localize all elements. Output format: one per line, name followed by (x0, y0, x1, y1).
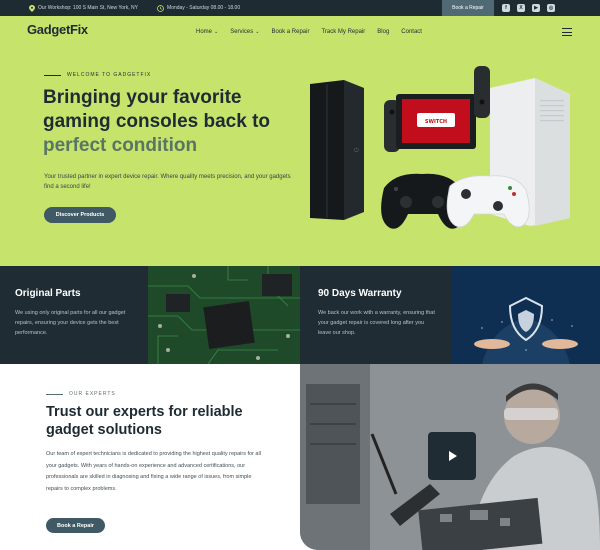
experts-description: Our team of expert technicians is dedica… (46, 451, 261, 492)
svg-text:⏻: ⏻ (354, 147, 359, 154)
warranty-shield-image (452, 266, 600, 364)
x-icon[interactable]: X (517, 4, 525, 12)
hero-title-line: Bringing your favorite (43, 87, 242, 108)
chevron-down-icon: ⌄ (255, 29, 260, 35)
opening-hours: Monday - Saturday 08.00 - 18.00 (157, 0, 240, 16)
play-video-button[interactable] (428, 432, 476, 480)
feature-text: We using only original parts for all our… (15, 310, 126, 336)
hero-title-line: gaming consoles back to (43, 111, 270, 132)
feature-card-warranty: 90 Days Warranty We back our work with a… (300, 266, 452, 364)
nav-item-track-my-repair[interactable]: Track My Repair (321, 29, 365, 35)
nav-item-book-a-repair[interactable]: Book a Repair (271, 29, 309, 35)
feature-title: Original Parts (15, 288, 81, 299)
xbox-controller-illustration (446, 175, 530, 228)
nav-item-services[interactable]: Services ⌄ (230, 29, 259, 35)
chevron-down-icon: ⌄ (214, 29, 219, 35)
eyebrow-divider (44, 74, 61, 76)
facebook-icon[interactable]: f (502, 4, 510, 12)
feature-title: 90 Days Warranty (318, 288, 402, 299)
eyebrow-divider (46, 393, 63, 395)
nav-item-contact[interactable]: Contact (401, 29, 422, 35)
play-icon (449, 451, 457, 461)
nav-item-label: Book a Repair (271, 29, 310, 35)
nav-item-blog[interactable]: Blog (377, 29, 389, 35)
features-strip: Original Parts We using only original pa… (0, 266, 600, 364)
clock-icon (157, 4, 164, 12)
location-pin-icon (28, 4, 35, 12)
hero-description: Your trusted partner in expert device re… (44, 174, 291, 190)
menu-toggle-icon[interactable] (562, 28, 572, 36)
nintendo-switch-illustration: SWITCH (384, 66, 490, 152)
hero-title-highlight: perfect condition (43, 135, 198, 156)
hero-eyebrow: WELCOME TO GADGETFIX (44, 72, 151, 78)
workshop-address: Our Workshop: 100 S Main St, New York, N… (28, 0, 138, 16)
nav-item-label: Home (196, 29, 213, 35)
top-info-bar: Our Workshop: 100 S Main St, New York, N… (0, 0, 600, 16)
discover-products-button[interactable]: Discover Products (44, 207, 116, 223)
site-logo[interactable]: GadgetFix (27, 22, 88, 37)
nav-item-home[interactable]: Home ⌄ (196, 29, 218, 35)
playstation-console-illustration: ⏻ (310, 80, 364, 220)
main-navigation: GadgetFix Home ⌄ Services ⌄ Book a Repai… (0, 16, 600, 48)
experts-eyebrow: OUR EXPERTS (46, 391, 116, 397)
feature-text: We back our work with a warranty, ensuri… (318, 310, 435, 336)
hero-section: WELCOME TO GADGETFIX Bringing your favor… (0, 48, 600, 266)
experts-section: OUR EXPERTS Trust our experts for reliab… (0, 364, 300, 550)
hero-eyebrow-text: WELCOME TO GADGETFIX (67, 72, 152, 78)
book-repair-button[interactable]: Book a Repair (46, 518, 105, 533)
nav-item-label: Blog (377, 29, 390, 35)
hero-title: Bringing your favorite gaming consoles b… (43, 86, 293, 158)
feature-card-original-parts: Original Parts We using only original pa… (0, 266, 148, 364)
circuit-board-image (148, 266, 300, 364)
svg-text:SWITCH: SWITCH (425, 119, 447, 125)
instagram-icon[interactable]: ◎ (547, 4, 555, 12)
experts-eyebrow-text: OUR EXPERTS (69, 391, 116, 397)
nav-menu: Home ⌄ Services ⌄ Book a Repair Track My… (196, 16, 422, 48)
nav-item-label: Contact (401, 29, 422, 35)
topbar-book-repair-button[interactable]: Book a Repair (442, 0, 494, 16)
opening-hours-text: Monday - Saturday 08.00 - 18.00 (167, 5, 241, 11)
experts-title: Trust our experts for reliable gadget so… (46, 404, 243, 438)
nav-item-label: Track My Repair (321, 29, 366, 35)
youtube-icon[interactable]: ▶ (532, 4, 540, 12)
workshop-address-text: Our Workshop: 100 S Main St, New York, N… (38, 5, 138, 11)
social-links: f X ▶ ◎ (502, 0, 555, 16)
nav-item-label: Services (230, 29, 254, 35)
gaming-consoles-image: ⏻ SWITCH (310, 66, 570, 229)
